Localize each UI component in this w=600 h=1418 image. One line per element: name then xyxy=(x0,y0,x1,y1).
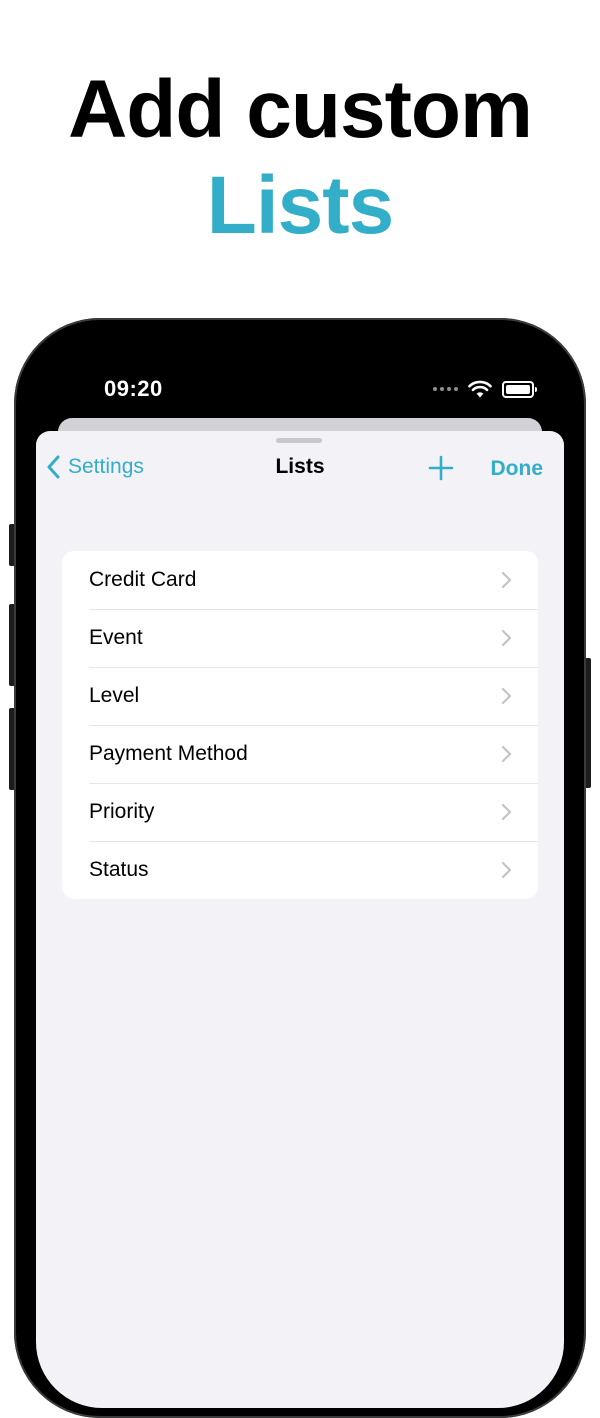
list-item-label: Credit Card xyxy=(89,568,197,591)
chevron-right-icon xyxy=(501,571,512,589)
lists-list: Credit Card Event Level Payment Method P… xyxy=(62,551,538,899)
list-item-level[interactable]: Level xyxy=(62,667,538,725)
wifi-icon xyxy=(468,380,492,398)
phone-screen: 09:20 Settings Lists Done Credit Card Ev… xyxy=(36,328,564,1408)
list-item-status[interactable]: Status xyxy=(62,841,538,899)
list-item-label: Priority xyxy=(89,800,155,823)
status-time: 09:20 xyxy=(104,376,163,401)
sheet-grabber[interactable] xyxy=(276,438,322,443)
phone-frame: 09:20 Settings Lists Done Credit Card Ev… xyxy=(14,318,586,1418)
chevron-right-icon xyxy=(501,861,512,879)
cellular-dots-icon xyxy=(433,387,458,391)
back-button-label: Settings xyxy=(68,455,144,478)
chevron-right-icon xyxy=(501,629,512,647)
headline-line-2: Lists xyxy=(206,160,394,251)
list-item-event[interactable]: Event xyxy=(62,609,538,667)
chevron-right-icon xyxy=(501,687,512,705)
list-item-label: Event xyxy=(89,626,143,649)
back-button[interactable]: Settings xyxy=(46,455,144,479)
chevron-left-icon xyxy=(47,455,60,479)
promo-headline: Add custom Lists xyxy=(0,62,600,254)
battery-icon xyxy=(502,380,537,398)
list-item-payment-method[interactable]: Payment Method xyxy=(62,725,538,783)
status-icons xyxy=(433,380,537,398)
chevron-right-icon xyxy=(501,745,512,763)
list-item-credit-card[interactable]: Credit Card xyxy=(62,551,538,609)
list-item-label: Payment Method xyxy=(89,742,248,765)
list-item-priority[interactable]: Priority xyxy=(62,783,538,841)
add-list-button[interactable] xyxy=(428,455,454,486)
list-item-label: Status xyxy=(89,858,149,881)
done-button[interactable]: Done xyxy=(491,457,544,481)
list-item-label: Level xyxy=(89,684,140,707)
lists-sheet: Settings Lists Done Credit Card Event Le… xyxy=(36,431,564,1408)
chevron-right-icon xyxy=(501,803,512,821)
headline-line-1: Add custom xyxy=(68,64,533,155)
plus-icon xyxy=(428,455,454,481)
